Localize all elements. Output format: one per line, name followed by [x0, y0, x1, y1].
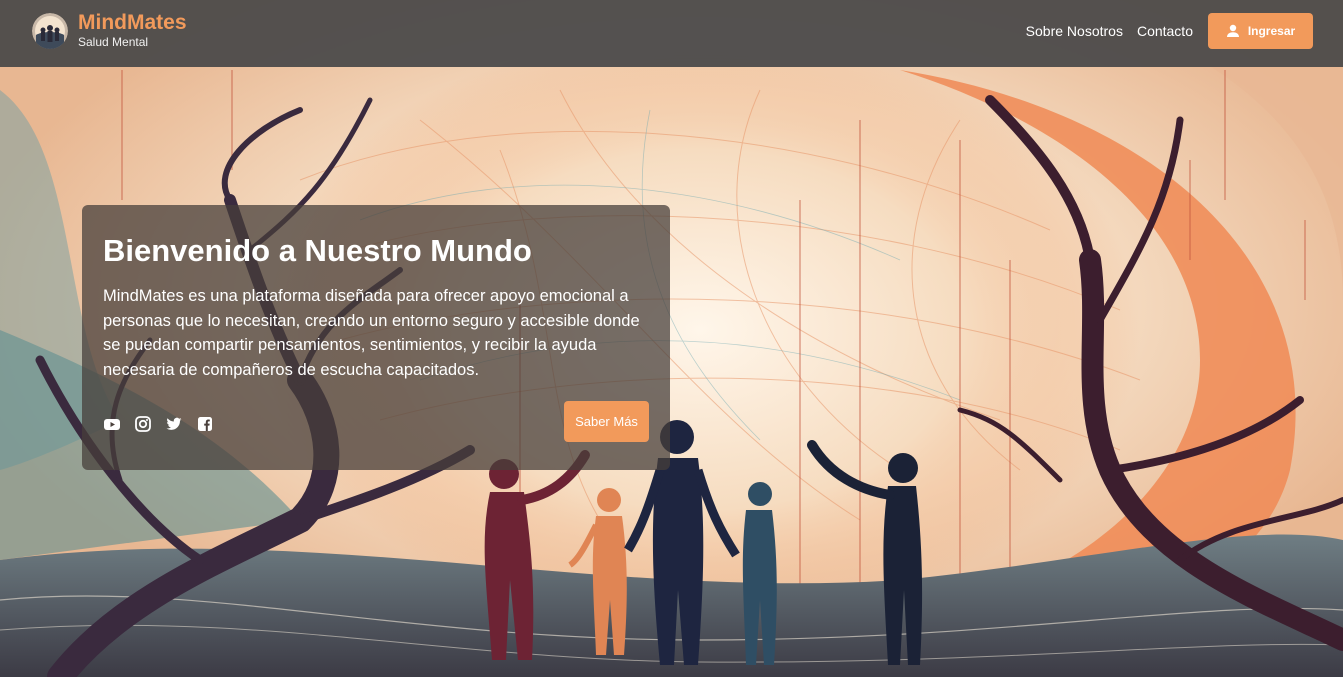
people-globe-logo-icon: [32, 12, 68, 49]
brand-text: MindMates Salud Mental: [78, 11, 187, 50]
nav-link-sobre-nosotros[interactable]: Sobre Nosotros: [1026, 22, 1123, 40]
nav-links: Sobre Nosotros Contacto: [1012, 22, 1193, 40]
top-navbar: MindMates Salud Mental Sobre Nosotros Co…: [0, 0, 1343, 67]
hero-card: Bienvenido a Nuestro Mundo MindMates es …: [82, 205, 670, 470]
login-button-label: Ingresar: [1247, 24, 1296, 38]
social-links: [103, 415, 227, 433]
user-icon: [1226, 24, 1239, 37]
nav-link-contacto[interactable]: Contacto: [1137, 22, 1193, 40]
saber-mas-button[interactable]: Saber Más: [564, 401, 649, 442]
facebook-icon[interactable]: [196, 415, 214, 433]
youtube-icon[interactable]: [103, 415, 121, 433]
login-button[interactable]: Ingresar: [1208, 13, 1313, 49]
hero-description: MindMates es una plataforma diseñada par…: [103, 287, 640, 379]
brand-name: MindMates: [78, 11, 187, 34]
brand-tagline: Salud Mental: [78, 35, 149, 49]
brand[interactable]: MindMates Salud Mental: [32, 12, 187, 49]
hero-title: Bienvenido a Nuestro Mundo: [103, 233, 532, 268]
twitter-icon[interactable]: [165, 415, 183, 433]
instagram-icon[interactable]: [134, 415, 152, 433]
